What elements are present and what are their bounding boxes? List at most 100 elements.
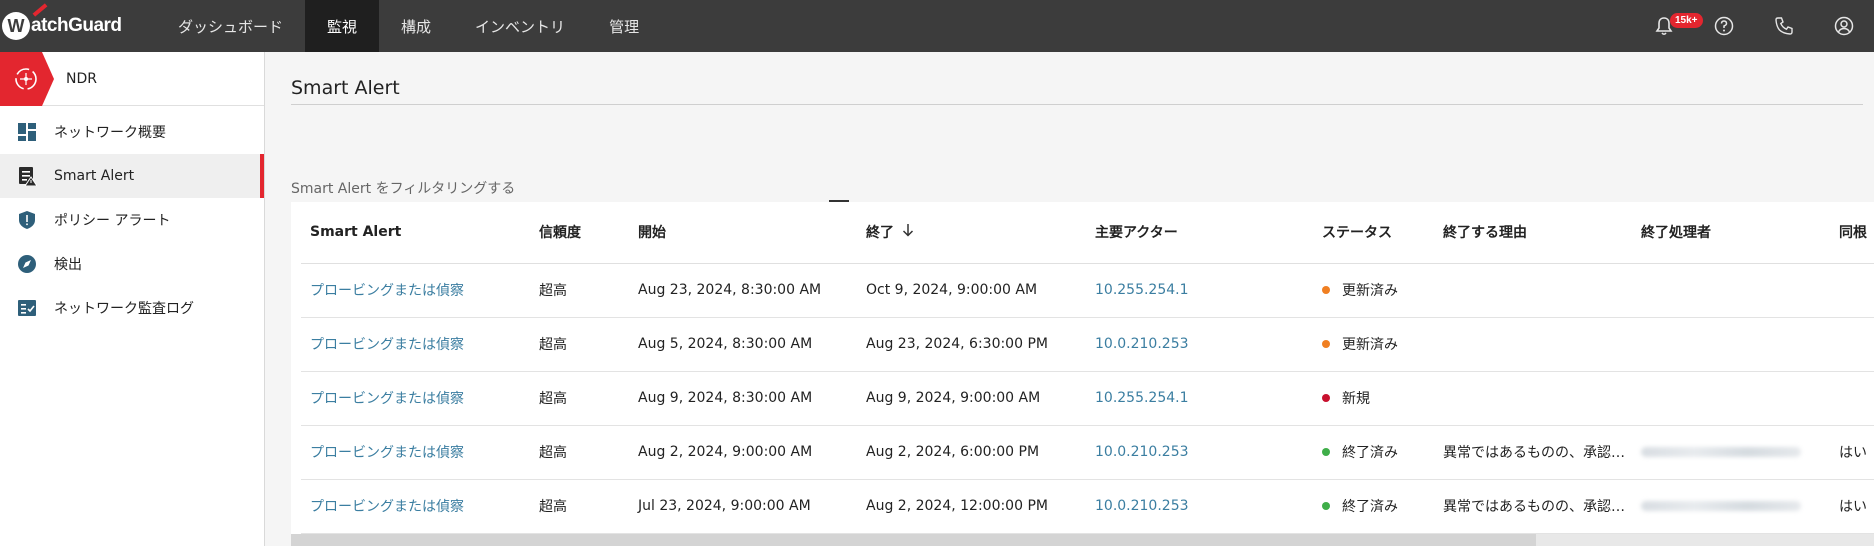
column-header-end-label: 終了: [866, 225, 894, 242]
closed-by-redacted: [1641, 447, 1801, 457]
close-reason: 異常ではあるものの、承認…: [1443, 499, 1625, 515]
table-header-row: Smart Alert 信頼度 開始 終了 主要アクター ステータス 終了する理…: [301, 202, 1874, 264]
column-header-smart-alert[interactable]: Smart Alert: [301, 202, 530, 264]
column-header-primary-actor[interactable]: 主要アクター: [1086, 202, 1313, 264]
sidebar-item-detection[interactable]: 検出: [0, 242, 264, 286]
start-time: Aug 5, 2024, 8:30:00 AM: [638, 336, 813, 352]
nav-dashboard[interactable]: ダッシュボード: [156, 0, 305, 52]
confidence-value: 超高: [539, 445, 567, 461]
user-menu-button[interactable]: [1814, 0, 1874, 52]
sidebar: NDR ネットワーク概要 Smart Alert ポリシー アラート 検出 ネッ…: [0, 51, 265, 546]
shield-icon: [16, 209, 38, 231]
primary-actor-link[interactable]: 10.255.254.1: [1095, 390, 1189, 406]
main-content: Smart Alert Smart Alert 信頼度 開始 終了 主要アクター: [266, 52, 1874, 546]
start-time: Aug 2, 2024, 9:00:00 AM: [638, 444, 813, 460]
end-time: Aug 23, 2024, 6:30:00 PM: [866, 336, 1048, 352]
sidebar-item-network-audit-log[interactable]: ネットワーク監査ログ: [0, 286, 264, 330]
column-header-closed-by[interactable]: 終了処理者: [1632, 202, 1830, 264]
sidebar-item-label: Smart Alert: [54, 168, 135, 184]
sidebar-item-network-overview[interactable]: ネットワーク概要: [0, 110, 264, 154]
ndr-label: NDR: [66, 70, 97, 87]
start-time: Aug 9, 2024, 8:30:00 AM: [638, 390, 813, 406]
table-row[interactable]: プロービングまたは偵察 超高 Jul 23, 2024, 9:00:00 AM Aug…: [301, 479, 1874, 534]
table-row[interactable]: プロービングまたは偵察 超高 Aug 5, 2024, 8:30:00 AM Aug …: [301, 317, 1874, 372]
end-time: Aug 9, 2024, 9:00:00 AM: [866, 390, 1041, 406]
status-badge: 更新済み: [1342, 337, 1398, 353]
column-header-close-reason[interactable]: 終了する理由: [1434, 202, 1632, 264]
nav-monitor[interactable]: 監視: [305, 0, 380, 52]
sidebar-item-label: 検出: [54, 257, 82, 273]
scrollbar-thumb[interactable]: [291, 534, 1536, 546]
alerts-table-grid: Smart Alert 信頼度 開始 終了 主要アクター ステータス 終了する理…: [301, 202, 1874, 534]
sort-down-icon: [902, 223, 914, 241]
table-row[interactable]: プロービングまたは偵察 超高 Aug 23, 2024, 8:30:00 AM Oct…: [301, 263, 1874, 318]
alert-name-link[interactable]: プロービングまたは偵察: [310, 499, 464, 515]
status-badge: 更新済み: [1342, 283, 1398, 299]
top-bar: W atchGuard ダッシュボード 監視 構成 インベントリ 管理 15k+: [0, 0, 1874, 52]
support-button[interactable]: [1754, 0, 1814, 52]
audit-log-icon: [16, 297, 38, 319]
help-button[interactable]: [1694, 0, 1754, 52]
column-header-end[interactable]: 終了: [857, 202, 1086, 264]
sidebar-item-label: ネットワーク概要: [54, 125, 166, 141]
dashboard-icon: [16, 121, 38, 143]
table-body: プロービングまたは偵察 超高 Aug 23, 2024, 8:30:00 AM Oct…: [301, 263, 1874, 534]
sidebar-item-smart-alert[interactable]: Smart Alert: [0, 154, 264, 198]
ndr-icon: [0, 51, 54, 106]
start-time: Aug 23, 2024, 8:30:00 AM: [638, 282, 822, 298]
status-dot-icon: [1322, 286, 1330, 294]
end-time: Aug 2, 2024, 12:00:00 PM: [866, 498, 1048, 514]
confidence-value: 超高: [539, 391, 567, 407]
same-root-value: はい: [1839, 499, 1867, 515]
alert-name-link[interactable]: プロービングまたは偵察: [310, 337, 464, 353]
primary-actor-link[interactable]: 10.0.210.253: [1095, 498, 1189, 514]
confidence-value: 超高: [539, 337, 567, 353]
page-title: Smart Alert: [291, 77, 400, 99]
top-icons: 15k+: [1634, 0, 1874, 52]
closed-by-redacted: [1641, 501, 1801, 511]
sidebar-menu: ネットワーク概要 Smart Alert ポリシー アラート 検出 ネットワーク…: [0, 106, 264, 330]
column-header-status[interactable]: ステータス: [1313, 202, 1434, 264]
status-dot-icon: [1322, 502, 1330, 510]
logo-mark: W: [2, 12, 30, 40]
primary-actor-link[interactable]: 10.0.210.253: [1095, 444, 1189, 460]
column-header-same-root[interactable]: 同根: [1830, 202, 1874, 264]
status-badge: 新規: [1342, 391, 1370, 407]
compass-icon: [16, 253, 38, 275]
confidence-value: 超高: [539, 283, 567, 299]
column-header-start[interactable]: 開始: [629, 202, 857, 264]
nav-administration[interactable]: 管理: [587, 0, 661, 52]
status-dot-icon: [1322, 394, 1330, 402]
end-time: Aug 2, 2024, 6:00:00 PM: [866, 444, 1040, 460]
primary-actor-link[interactable]: 10.255.254.1: [1095, 282, 1189, 298]
primary-actor-link[interactable]: 10.0.210.253: [1095, 336, 1189, 352]
alert-list-icon: [16, 165, 38, 187]
sidebar-item-policy-alert[interactable]: ポリシー アラート: [0, 198, 264, 242]
logo-text: atchGuard: [31, 15, 122, 36]
start-time: Jul 23, 2024, 9:00:00 AM: [638, 498, 811, 514]
alert-name-link[interactable]: プロービングまたは偵察: [310, 283, 464, 299]
alert-name-link[interactable]: プロービングまたは偵察: [310, 445, 464, 461]
end-time: Oct 9, 2024, 9:00:00 AM: [866, 282, 1038, 298]
status-dot-icon: [1322, 340, 1330, 348]
watchguard-logo[interactable]: W atchGuard: [0, 0, 150, 52]
ndr-header[interactable]: NDR: [0, 51, 264, 106]
main-nav: ダッシュボード 監視 構成 インベントリ 管理: [156, 0, 661, 52]
notifications-button[interactable]: 15k+: [1634, 0, 1703, 52]
help-icon: [1714, 16, 1734, 36]
user-icon: [1834, 16, 1854, 36]
horizontal-scrollbar[interactable]: [291, 534, 1874, 546]
nav-configure[interactable]: 構成: [379, 0, 453, 52]
phone-icon: [1775, 17, 1793, 35]
status-badge: 終了済み: [1342, 499, 1398, 515]
table-row[interactable]: プロービングまたは偵察 超高 Aug 9, 2024, 8:30:00 AM Aug …: [301, 371, 1874, 426]
table-row[interactable]: プロービングまたは偵察 超高 Aug 2, 2024, 9:00:00 AM Aug …: [301, 425, 1874, 480]
sidebar-item-label: ネットワーク監査ログ: [54, 301, 194, 317]
status-badge: 終了済み: [1342, 445, 1398, 461]
status-dot-icon: [1322, 448, 1330, 456]
alerts-table: Smart Alert 信頼度 開始 終了 主要アクター ステータス 終了する理…: [291, 202, 1874, 546]
column-header-confidence[interactable]: 信頼度: [530, 202, 629, 264]
alert-name-link[interactable]: プロービングまたは偵察: [310, 391, 464, 407]
nav-inventory[interactable]: インベントリ: [453, 0, 587, 52]
sidebar-item-label: ポリシー アラート: [54, 213, 171, 229]
